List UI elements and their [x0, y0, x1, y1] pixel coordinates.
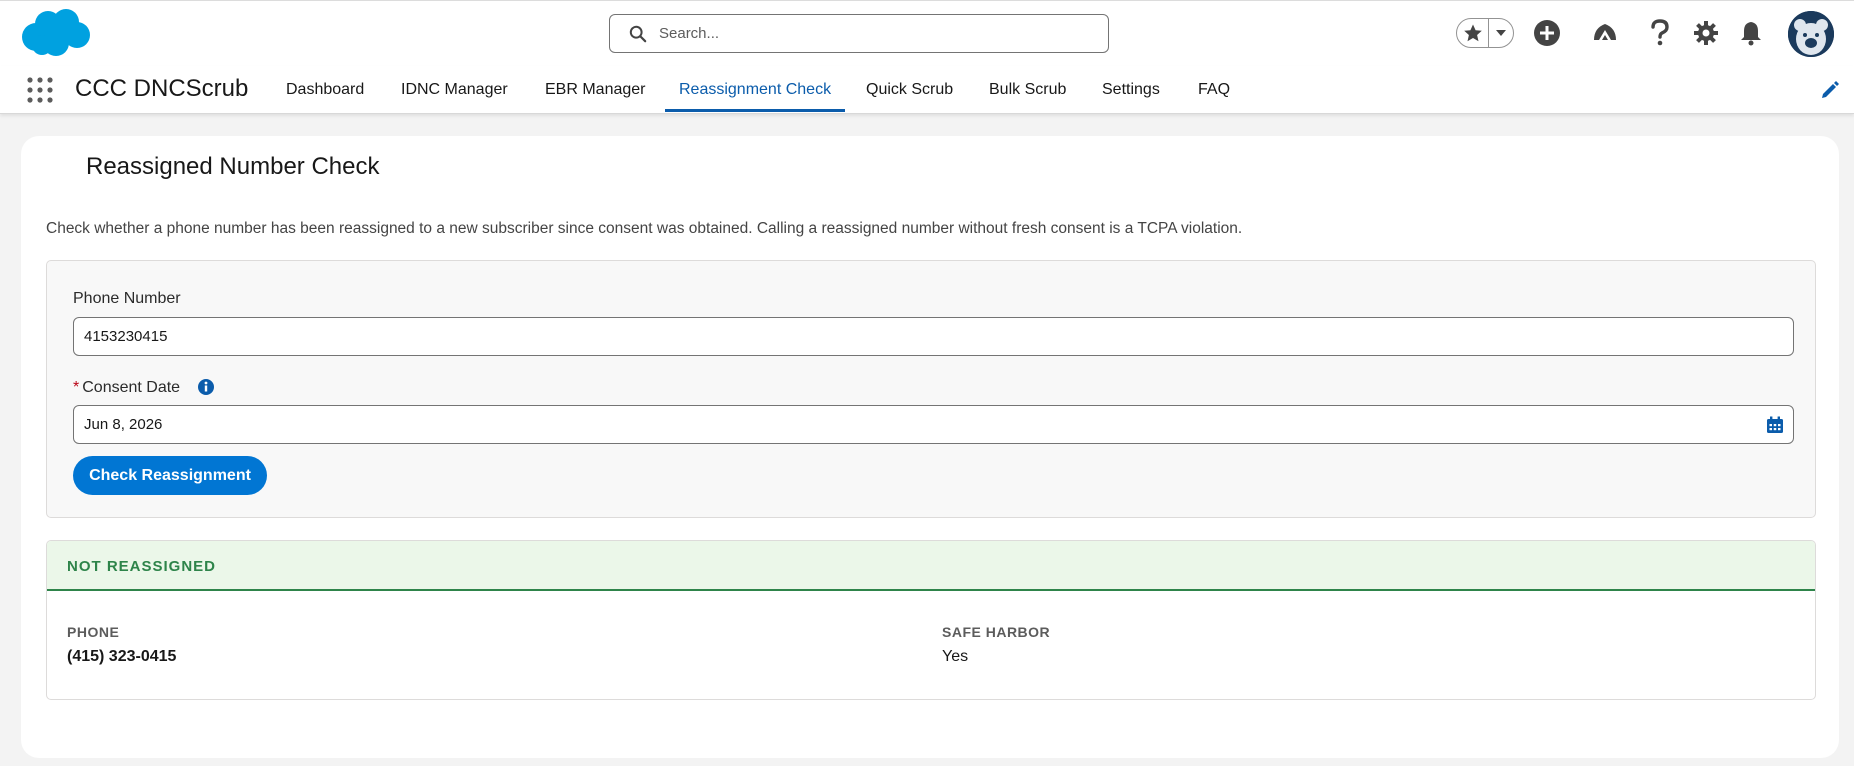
global-header — [0, 0, 1854, 66]
phone-result-label: PHONE — [67, 624, 120, 640]
main-card: Reassigned Number Check Check whether a … — [21, 136, 1839, 758]
tab-label: Settings — [1102, 81, 1160, 98]
tab-label: EBR Manager — [545, 81, 646, 98]
consent-date-field[interactable] — [73, 405, 1794, 444]
help-button[interactable] — [1646, 19, 1674, 47]
tab-faq[interactable]: FAQ — [1198, 66, 1230, 114]
add-icon — [1534, 20, 1560, 46]
salesforce-cloud-logo[interactable] — [18, 7, 92, 59]
app-name: CCC DNCScrub — [75, 75, 249, 102]
global-search[interactable] — [609, 14, 1109, 53]
consent-date-label: * Consent Date — [73, 379, 180, 397]
global-actions-button[interactable] — [1533, 19, 1561, 47]
pencil-icon[interactable] — [1820, 80, 1840, 100]
favorites-menu-button[interactable] — [1489, 19, 1513, 47]
trailhead-button[interactable] — [1591, 19, 1619, 47]
tab-reassignment-check[interactable]: Reassignment Check — [664, 66, 846, 114]
tab-label: IDNC Manager — [401, 81, 508, 98]
tab-ebr-manager[interactable]: EBR Manager — [545, 66, 646, 114]
user-avatar-icon — [1788, 11, 1834, 57]
phone-number-input[interactable] — [74, 328, 1734, 345]
tab-settings[interactable]: Settings — [1102, 66, 1160, 114]
tab-idnc-manager[interactable]: IDNC Manager — [401, 66, 508, 114]
tab-dashboard[interactable]: Dashboard — [286, 66, 364, 114]
favorites-button[interactable] — [1457, 19, 1489, 47]
required-indicator: * — [73, 379, 80, 396]
safe-harbor-value: Yes — [942, 648, 969, 665]
check-reassignment-button[interactable]: Check Reassignment — [73, 456, 267, 495]
tab-bulk-scrub[interactable]: Bulk Scrub — [989, 66, 1066, 114]
consent-date-label-text: Consent Date — [82, 379, 181, 396]
favorites-star-icon — [1463, 24, 1482, 42]
avatar[interactable] — [1788, 11, 1834, 57]
safe-harbor-label: SAFE HARBOR — [942, 624, 1051, 640]
page-title: Reassigned Number Check — [86, 153, 380, 180]
info-icon[interactable] — [197, 378, 215, 396]
consent-date-input[interactable] — [74, 416, 1734, 433]
app-launcher-icon[interactable] — [26, 76, 54, 104]
phone-number-field[interactable] — [73, 317, 1794, 356]
chevron-down-icon — [1496, 30, 1506, 36]
notifications-button[interactable] — [1737, 19, 1765, 47]
tab-quick-scrub[interactable]: Quick Scrub — [866, 66, 953, 114]
tab-label: Dashboard — [286, 81, 365, 98]
search-icon — [629, 25, 647, 42]
phone-number-label: Phone Number — [73, 290, 181, 307]
phone-result-value: (415) 323-0415 — [67, 648, 177, 665]
reassignment-form: Phone Number *Consent Date Check Reassig… — [46, 260, 1816, 518]
tab-label: Reassignment Check — [679, 81, 832, 98]
help-icon — [1651, 19, 1669, 46]
app-navigation: CCC DNCScrub Dashboard IDNC Manager EBR … — [0, 66, 1854, 114]
status-badge: NOT REASSIGNED — [67, 558, 217, 575]
trailhead-icon — [1594, 24, 1616, 40]
result-panel: NOT REASSIGNED PHONE (415) 323-0415 SAFE… — [46, 540, 1816, 700]
setup-button[interactable] — [1692, 19, 1720, 47]
tab-label: Quick Scrub — [866, 81, 954, 98]
favorites-control — [1456, 18, 1514, 48]
search-input[interactable] — [659, 25, 1079, 42]
result-header: NOT REASSIGNED — [47, 541, 1815, 591]
tab-label: FAQ — [1198, 81, 1231, 98]
page-description: Check whether a phone number has been re… — [46, 220, 1243, 237]
calendar-icon[interactable] — [1765, 415, 1785, 435]
gear-icon — [1694, 21, 1718, 45]
tab-label: Bulk Scrub — [989, 81, 1067, 98]
bell-icon — [1741, 22, 1761, 46]
